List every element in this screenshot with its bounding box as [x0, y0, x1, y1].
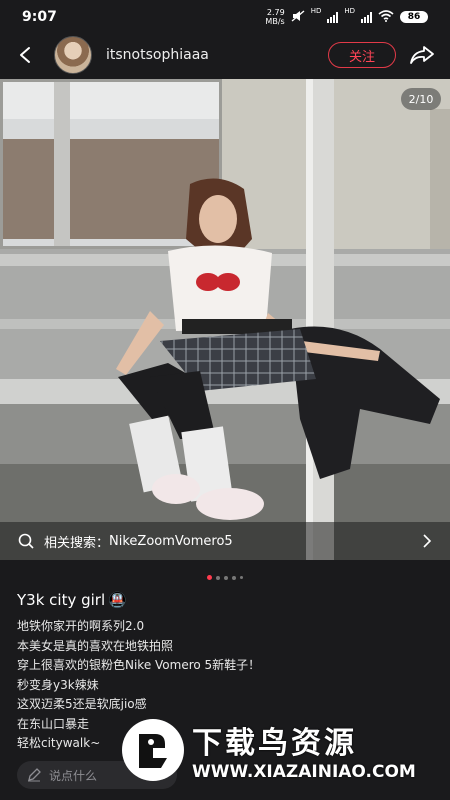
related-search-query: NikeZoomVomero5 [109, 533, 233, 549]
watermark: 下载鸟资源 WWW.XIAZAINIAO.COM [122, 710, 416, 790]
carousel-dot [232, 575, 236, 580]
post-photo[interactable]: 2/10 相关搜索： NikeZoomVomero5 [0, 79, 450, 560]
subway-photo-illustration [0, 79, 450, 560]
share-button[interactable] [408, 42, 436, 68]
status-time: 9:07 [22, 9, 57, 25]
carousel-dot [216, 575, 220, 580]
caption-line: 穿上很喜欢的银粉色Nike Vomero 5新鞋子！ [17, 658, 261, 672]
search-icon [18, 533, 34, 549]
subway-emoji-icon: 🚇 [108, 591, 127, 609]
back-arrow-icon [20, 47, 30, 63]
carousel-dot-active [207, 575, 212, 580]
signal-icon-2 [361, 11, 372, 23]
carousel-indicator [0, 575, 450, 580]
signal-label-2: HD [344, 7, 355, 15]
chevron-right-icon [423, 534, 432, 548]
username[interactable]: itsnotsophiaaa [106, 47, 328, 63]
related-search-bar[interactable]: 相关搜索： NikeZoomVomero5 [0, 522, 450, 560]
network-speed: 2.79 MB/s [265, 8, 285, 26]
page-counter: 2/10 [401, 88, 441, 110]
post-title: Y3k city girl 🚇 [17, 591, 127, 609]
carousel-dot [224, 575, 228, 580]
back-button[interactable] [14, 44, 36, 66]
status-bar: 9:07 2.79 MB/s HD HD 86 [0, 0, 450, 34]
follow-button[interactable]: 关注 [328, 42, 396, 68]
signal-label: HD [310, 7, 322, 15]
mute-icon [291, 9, 305, 25]
carousel-dot [240, 576, 243, 579]
watermark-title: 下载鸟资源 [192, 726, 357, 761]
avatar[interactable] [54, 36, 92, 74]
post-header: itsnotsophiaaa 关注 [0, 34, 450, 76]
watermark-logo [122, 719, 184, 781]
caption-line: 秒变身y3k辣妹 [17, 677, 99, 692]
signal-icon [327, 11, 339, 23]
caption-line: 本美女是真的喜欢在地铁拍照 [17, 638, 174, 653]
related-search-label: 相关搜索： [44, 535, 110, 551]
pencil-icon [28, 768, 41, 782]
caption-line: 地铁你家开的啊系列2.0 [17, 619, 145, 633]
watermark-url: WWW.XIAZAINIAO.COM [192, 762, 416, 782]
battery-indicator: 86 [400, 11, 428, 23]
status-icons: 2.79 MB/s HD HD 86 [265, 8, 428, 26]
wifi-icon [378, 9, 394, 25]
comment-placeholder: 说点什么 [49, 768, 98, 783]
share-icon [410, 46, 434, 64]
